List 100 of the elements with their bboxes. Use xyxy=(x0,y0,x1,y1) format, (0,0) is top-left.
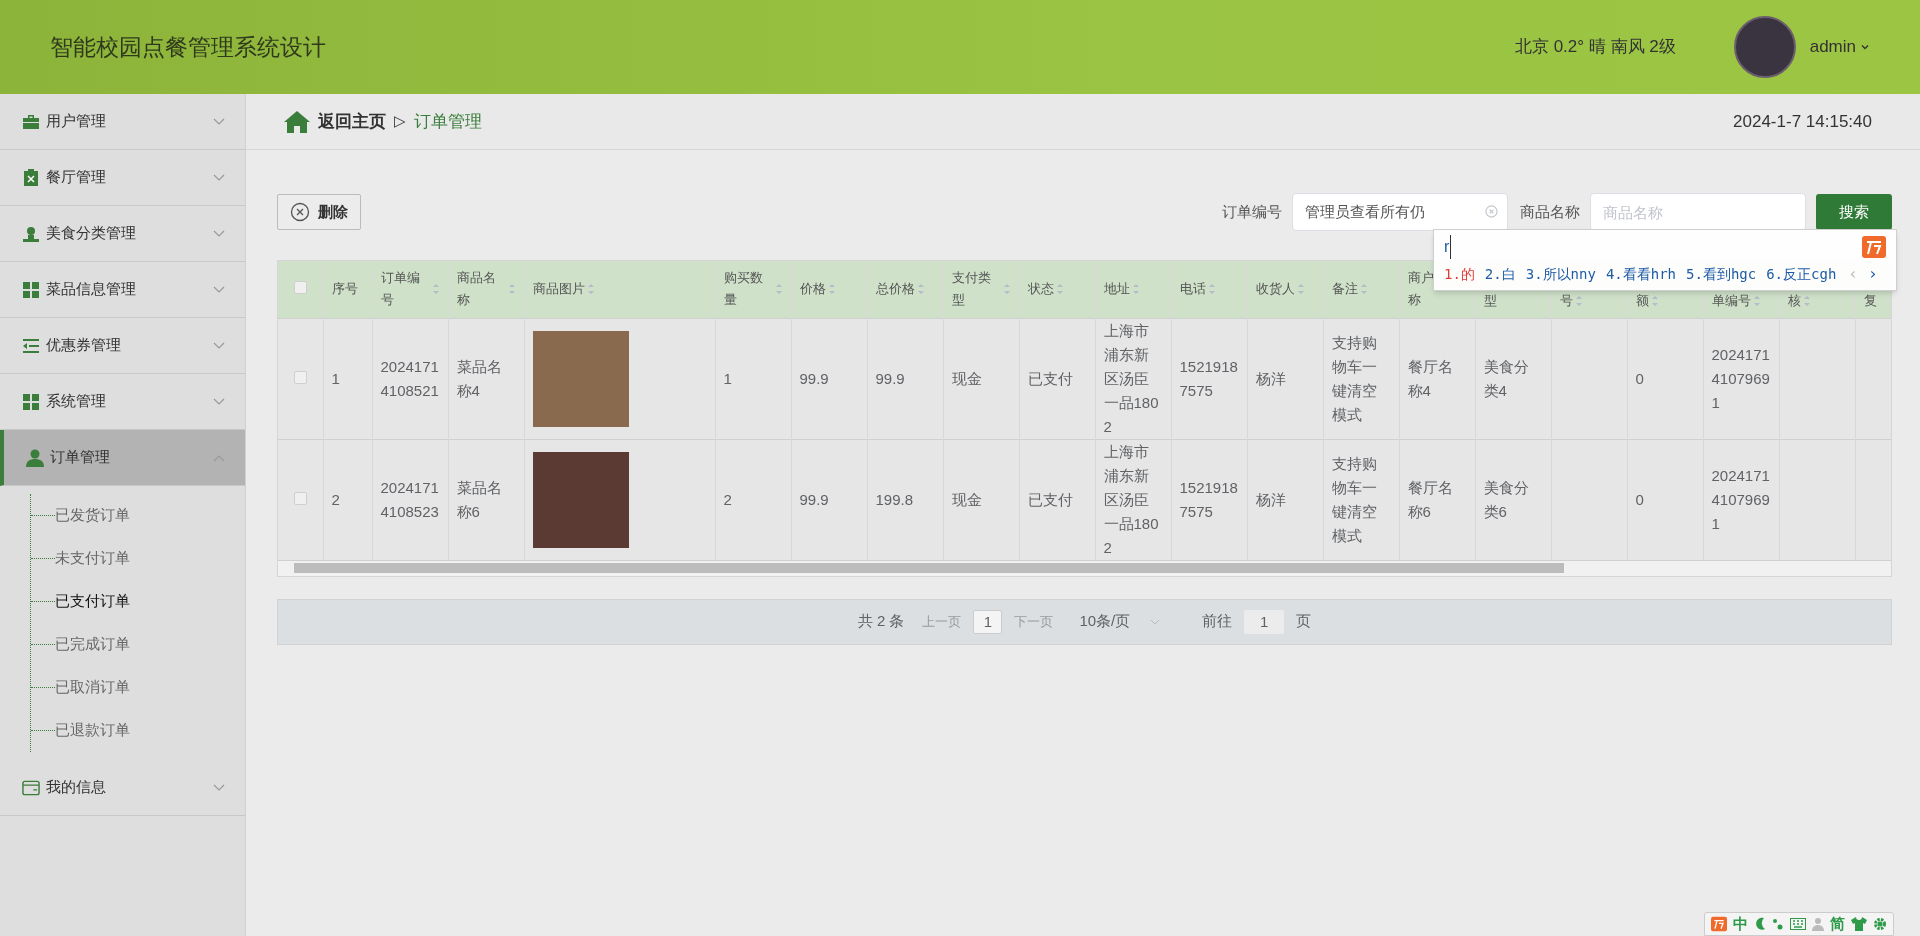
table-cell-text: 上海市浦东新区汤臣一品1802 xyxy=(1103,320,1160,437)
table-cell-text: 99.9 xyxy=(799,368,830,389)
table-cell-text: 2 xyxy=(723,489,733,510)
column-header: 序号 xyxy=(331,280,358,299)
sort-icon[interactable] xyxy=(1055,283,1064,296)
ime-next[interactable]: › xyxy=(1868,262,1878,286)
sidebar-item[interactable]: 订单管理 xyxy=(0,430,245,486)
page-size-select[interactable]: 10条/页 xyxy=(1079,610,1161,633)
ime-candidate[interactable]: 3.所以nny xyxy=(1525,263,1596,285)
sidebar-item[interactable]: 美食分类管理 xyxy=(0,206,245,262)
page-number[interactable]: 1 xyxy=(973,609,1003,634)
home-link[interactable]: 返回主页 xyxy=(318,108,386,135)
checkbox[interactable] xyxy=(293,281,307,295)
column-header: 价格 xyxy=(799,280,826,299)
punctuation-icon[interactable] xyxy=(1772,917,1784,931)
ime-candidate[interactable]: 4.看看hrh xyxy=(1605,263,1677,285)
sidebar-item[interactable]: 菜品信息管理 xyxy=(0,262,245,318)
sort-icon[interactable] xyxy=(1752,295,1761,308)
table-cell-text: 202417141079691 xyxy=(1711,344,1771,413)
sort-icon[interactable] xyxy=(916,283,925,296)
table-cell-text: 20241714108523 xyxy=(380,477,440,522)
shirt-icon[interactable] xyxy=(1851,917,1867,931)
delete-button[interactable]: 删除 xyxy=(277,194,361,230)
chevron-down-icon xyxy=(213,783,225,792)
table-cell-text: 99.9 xyxy=(875,368,906,389)
table-cell-text: 15219187575 xyxy=(1179,356,1239,401)
table-cell-text: 1 xyxy=(331,368,341,389)
sort-icon[interactable] xyxy=(1296,283,1305,296)
sidebar-item[interactable]: 我的信息 xyxy=(0,760,245,816)
table-cell-text: 餐厅名称6 xyxy=(1407,477,1454,522)
ime-candidate[interactable]: 5.看到hgc xyxy=(1686,263,1757,285)
table-cell-text: 20241714108521 xyxy=(380,356,440,401)
filter-label: 订单编号 xyxy=(1222,201,1282,222)
search-field[interactable]: 管理员查看所有仍 xyxy=(1292,193,1508,231)
date-time: 2024-1-7 14:15:40 xyxy=(1733,110,1872,133)
sort-icon[interactable] xyxy=(586,283,595,296)
sort-icon[interactable] xyxy=(1002,283,1011,296)
grid-icon xyxy=(23,281,39,298)
column-header: 复 xyxy=(1863,292,1877,311)
column-header: 商品图片 xyxy=(532,280,585,299)
sort-icon[interactable] xyxy=(827,283,836,296)
sort-icon[interactable] xyxy=(1207,283,1216,296)
column-header: 单编号 xyxy=(1711,292,1751,311)
table-cell-text: 202417141079691 xyxy=(1711,465,1771,534)
weather-text: 北京 0.2° 晴 南风 2级 xyxy=(1514,36,1676,59)
person-icon[interactable] xyxy=(1812,917,1824,931)
briefcase-icon xyxy=(23,114,39,129)
checkbox[interactable] xyxy=(293,491,307,505)
sort-icon[interactable] xyxy=(774,283,783,296)
page-unit: 页 xyxy=(1296,611,1312,632)
submenu-item[interactable]: 已完成订单 xyxy=(55,633,130,656)
goto-page-field[interactable]: 1 xyxy=(1244,609,1285,634)
breadcrumb-current: 订单管理 xyxy=(414,110,482,133)
grid-icon xyxy=(23,393,39,410)
sort-icon[interactable] xyxy=(1131,283,1140,296)
search-field[interactable]: 商品名称 xyxy=(1590,193,1806,231)
table-cell-text: 1 xyxy=(723,368,733,389)
settings-icon[interactable] xyxy=(1873,917,1887,931)
table-cell-text: 菜品名称6 xyxy=(456,477,503,522)
user-menu[interactable]: admin xyxy=(1809,34,1870,60)
submenu-item[interactable]: 已退款订单 xyxy=(55,719,130,742)
sort-icon[interactable] xyxy=(507,283,516,296)
chevron-down-icon xyxy=(213,397,225,406)
sort-icon[interactable] xyxy=(1802,295,1811,308)
sort-icon[interactable] xyxy=(1650,295,1659,308)
sidebar-item[interactable]: 用户管理 xyxy=(0,94,245,150)
ime-candidate[interactable]: 6.反正cgh xyxy=(1766,263,1837,285)
submenu-item[interactable]: 已取消订单 xyxy=(55,676,130,699)
table-cell-text: 0 xyxy=(1635,368,1645,389)
table-cell-text: 杨洋 xyxy=(1255,368,1287,389)
table-cell-text: 菜品名称4 xyxy=(456,356,503,401)
table-cell-text: 15219187575 xyxy=(1179,477,1239,522)
search-button[interactable]: 搜索 xyxy=(1816,194,1892,230)
ime-logo-icon[interactable] xyxy=(1711,916,1727,932)
chevron-down-icon xyxy=(213,117,225,126)
checkbox[interactable] xyxy=(293,370,307,384)
ime-logo-icon xyxy=(1862,236,1886,258)
moon-icon[interactable] xyxy=(1754,917,1766,931)
ime-candidate[interactable]: 2.白 xyxy=(1484,263,1516,285)
column-header: 支付类型 xyxy=(951,269,992,310)
chevron-down-icon xyxy=(213,229,225,238)
list-icon xyxy=(23,338,39,353)
sort-icon[interactable] xyxy=(1359,283,1368,296)
close-icon xyxy=(290,202,310,222)
total-count: 共 2 条 xyxy=(857,611,905,632)
ime-candidate[interactable]: 1.的 xyxy=(1444,263,1475,285)
sort-icon[interactable] xyxy=(431,283,440,296)
sort-icon[interactable] xyxy=(1574,295,1583,308)
submenu-item[interactable]: 已发货订单 xyxy=(55,504,130,527)
sidebar-item[interactable]: 优惠券管理 xyxy=(0,318,245,374)
submenu-item[interactable]: 已支付订单 xyxy=(55,590,130,613)
app-title: 智能校园点餐管理系统设计 xyxy=(50,32,326,62)
table-cell-text: 美食分类4 xyxy=(1483,356,1530,401)
column-header: 额 xyxy=(1635,292,1649,311)
submenu-item[interactable]: 未支付订单 xyxy=(55,547,130,570)
sidebar-item[interactable]: 餐厅管理 xyxy=(0,150,245,206)
clear-icon[interactable] xyxy=(1485,205,1498,218)
keyboard-icon[interactable] xyxy=(1790,918,1806,930)
scrollbar-thumb[interactable] xyxy=(294,563,1564,573)
column-header: 型 xyxy=(1483,292,1497,311)
